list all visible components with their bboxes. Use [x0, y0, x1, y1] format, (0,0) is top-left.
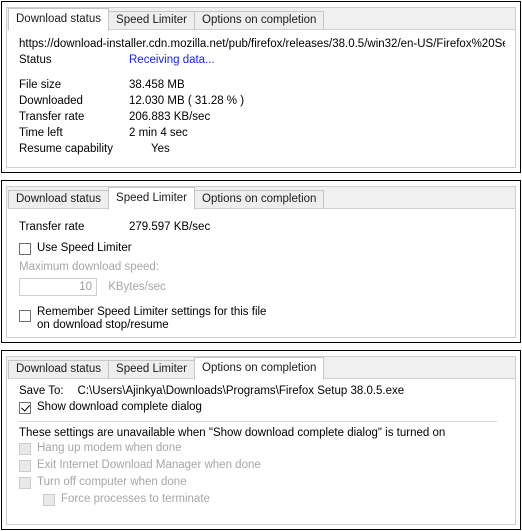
checkbox-icon — [19, 477, 31, 489]
checkbox-icon — [19, 443, 31, 455]
exit-idm-label: Exit Internet Download Manager when done — [37, 459, 261, 471]
max-download-speed-input[interactable]: 10 — [19, 278, 97, 296]
limiter-transfer-rate-value: 279.597 KB/sec — [129, 221, 211, 233]
tab-options-on-completion[interactable]: Options on completion — [194, 190, 325, 209]
remember-settings-checkbox-row[interactable]: Remember Speed Limiter settings for this… — [19, 306, 505, 332]
tab-strip-filler — [324, 360, 515, 379]
idm-download-properties-screen: Download status Speed Limiter Options on… — [0, 0, 522, 531]
tab-label: Download status — [16, 362, 102, 375]
save-to-path: C:\Users\Ajinkya\Downloads\Programs\Fire… — [77, 385, 405, 397]
status-row: Status Receiving data... — [19, 54, 505, 70]
time-left-value: 2 min 4 sec — [129, 127, 188, 139]
tab-speed-limiter[interactable]: Speed Limiter — [108, 360, 195, 379]
options-on-completion-page: Save To: C:\Users\Ajinkya\Downloads\Prog… — [6, 379, 516, 525]
tab-strip: Download status Speed Limiter Options on… — [6, 356, 516, 380]
status-value: Receiving data... — [129, 54, 215, 66]
speed-limiter-panel: Download status Speed Limiter Options on… — [1, 180, 521, 343]
hang-up-modem-row: Hang up modem when done — [19, 442, 505, 455]
save-to-label: Save To: — [19, 385, 64, 397]
exit-idm-row: Exit Internet Download Manager when done — [19, 459, 505, 472]
checkbox-icon[interactable] — [19, 310, 31, 322]
use-speed-limiter-label: Use Speed Limiter — [37, 242, 132, 254]
tab-label: Speed Limiter — [116, 191, 187, 204]
tab-speed-limiter[interactable]: Speed Limiter — [108, 187, 195, 210]
turn-off-computer-label: Turn off computer when done — [37, 476, 187, 488]
download-url: https://download-installer.cdn.mozilla.n… — [19, 38, 505, 50]
tab-download-status[interactable]: Download status — [8, 8, 110, 31]
file-size-value: 38.458 MB — [129, 79, 185, 91]
checkbox-icon — [19, 460, 31, 472]
tab-label: Download status — [16, 192, 102, 205]
max-download-speed-label: Maximum download speed: — [19, 261, 159, 273]
save-to-row: Save To: C:\Users\Ajinkya\Downloads\Prog… — [19, 385, 505, 397]
time-left-label: Time left — [19, 127, 63, 139]
downloaded-value: 12.030 MB ( 31.28 % ) — [129, 95, 245, 107]
separator — [19, 421, 497, 422]
tab-label: Options on completion — [202, 13, 317, 26]
checkbox-icon — [43, 494, 55, 506]
time-left-row: Time left 2 min 4 sec — [19, 127, 505, 143]
tab-label: Download status — [16, 12, 102, 25]
tab-control-options-on-completion: Download status Speed Limiter Options on… — [6, 356, 516, 525]
resume-capability-value: Yes — [151, 143, 170, 155]
tab-strip: Download status Speed Limiter Options on… — [6, 186, 516, 210]
tab-download-status[interactable]: Download status — [8, 190, 110, 209]
turn-off-computer-row: Turn off computer when done — [19, 476, 505, 489]
remember-settings-label-line2: on download stop/resume — [37, 319, 169, 331]
tab-download-status[interactable]: Download status — [8, 360, 110, 379]
limiter-transfer-rate-label: Transfer rate — [19, 221, 85, 233]
checkbox-icon[interactable] — [19, 402, 31, 414]
tab-options-on-completion[interactable]: Options on completion — [194, 357, 325, 380]
tab-label: Options on completion — [202, 361, 317, 374]
transfer-rate-value: 206.883 KB/sec — [129, 111, 211, 123]
checkbox-icon[interactable] — [19, 243, 31, 255]
tab-speed-limiter[interactable]: Speed Limiter — [108, 11, 195, 30]
hang-up-modem-label: Hang up modem when done — [37, 442, 182, 454]
status-label: Status — [19, 54, 52, 66]
use-speed-limiter-checkbox-row[interactable]: Use Speed Limiter — [19, 242, 505, 255]
speed-limiter-page: Transfer rate 279.597 KB/sec Use Speed L… — [6, 209, 516, 338]
file-size-label: File size — [19, 79, 62, 91]
tab-strip-filler — [324, 190, 515, 209]
transfer-rate-label: Transfer rate — [19, 111, 85, 123]
download-status-panel: Download status Speed Limiter Options on… — [1, 1, 521, 173]
tab-label: Speed Limiter — [116, 362, 187, 375]
downloaded-label: Downloaded — [19, 95, 83, 107]
tab-control-download-status: Download status Speed Limiter Options on… — [6, 7, 516, 168]
resume-capability-row: Resume capability Yes — [19, 143, 505, 159]
remember-settings-label-line1: Remember Speed Limiter settings for this… — [37, 306, 267, 318]
max-download-speed-field-row: 10 KBytes/sec — [19, 278, 505, 296]
force-terminate-label: Force processes to terminate — [61, 493, 210, 505]
show-download-complete-dialog-row[interactable]: Show download complete dialog — [19, 401, 505, 414]
resume-capability-label: Resume capability — [19, 143, 113, 155]
downloaded-row: Downloaded 12.030 MB ( 31.28 % ) — [19, 95, 505, 111]
tab-options-on-completion[interactable]: Options on completion — [194, 11, 325, 30]
unavailable-notice: These settings are unavailable when "Sho… — [19, 427, 446, 439]
tab-label: Speed Limiter — [116, 13, 187, 26]
force-terminate-row: Force processes to terminate — [43, 493, 505, 506]
tab-strip: Download status Speed Limiter Options on… — [6, 7, 516, 31]
show-download-complete-dialog-label: Show download complete dialog — [37, 401, 202, 413]
tab-strip-filler — [324, 11, 515, 30]
options-on-completion-panel: Download status Speed Limiter Options on… — [1, 350, 521, 530]
download-status-page: https://download-installer.cdn.mozilla.n… — [6, 30, 516, 168]
transfer-rate-row: Transfer rate 206.883 KB/sec — [19, 111, 505, 127]
limiter-transfer-rate-row: Transfer rate 279.597 KB/sec — [19, 221, 505, 237]
file-size-row: File size 38.458 MB — [19, 79, 505, 95]
max-download-speed-unit: KBytes/sec — [108, 281, 166, 293]
tab-label: Options on completion — [202, 192, 317, 205]
tab-control-speed-limiter: Download status Speed Limiter Options on… — [6, 186, 516, 338]
